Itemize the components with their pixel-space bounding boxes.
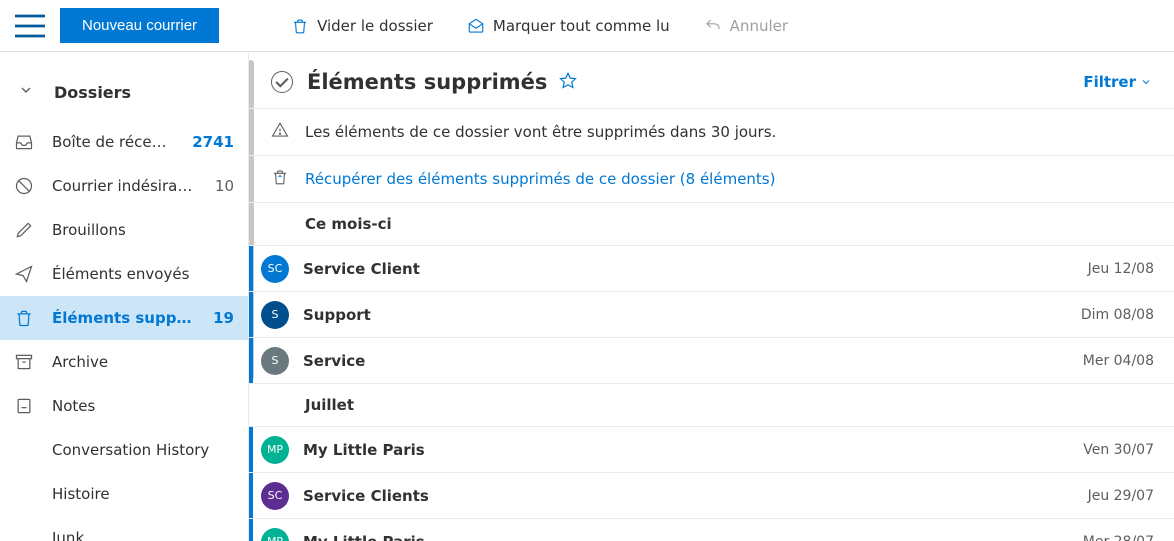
sender-name: My Little Paris xyxy=(303,441,1083,459)
message-date: Mer 04/08 xyxy=(1083,353,1154,369)
folder-item-courrier-ind-sira[interactable]: Courrier indésira… 10 xyxy=(0,164,248,208)
folder-item-notes[interactable]: Notes xyxy=(0,384,248,428)
top-toolbar: Nouveau courrier Vider le dossier Marque… xyxy=(0,0,1174,52)
avatar: SC xyxy=(261,482,289,510)
message-pane: Éléments supprimés Filtrer Les éléments … xyxy=(248,52,1174,541)
folder-item-bo-te-de-r-cep[interactable]: Boîte de récep… 2741 xyxy=(0,120,248,164)
folder-label: Archive xyxy=(52,353,234,371)
undo-button: Annuler xyxy=(692,11,800,41)
unread-indicator xyxy=(249,292,253,337)
avatar: S xyxy=(261,301,289,329)
message-date: Dim 08/08 xyxy=(1081,307,1154,323)
recover-icon xyxy=(271,168,289,190)
note-icon xyxy=(14,396,34,416)
folder-sidebar: Dossiers Boîte de récep… 2741 Courrier ind… xyxy=(0,52,248,541)
folder-label: Conversation History xyxy=(52,441,234,459)
folder-label: Histoire xyxy=(52,485,234,503)
message-row[interactable]: SC Service ClientsJeu 29/07 xyxy=(249,472,1174,518)
favorite-star-icon[interactable] xyxy=(559,71,577,94)
folder-count: 2741 xyxy=(192,133,234,151)
folder-label: Courrier indésira… xyxy=(52,177,197,195)
folder-label: Boîte de récep… xyxy=(52,133,174,151)
folders-header-label: Dossiers xyxy=(54,83,131,102)
unread-indicator xyxy=(249,473,253,518)
message-date: Ven 30/07 xyxy=(1083,442,1154,458)
filter-label: Filtrer xyxy=(1083,73,1136,91)
avatar: SC xyxy=(261,255,289,283)
folder-label: Junk xyxy=(52,529,234,541)
folder-item-archive[interactable]: Archive xyxy=(0,340,248,384)
folder-label: Notes xyxy=(52,397,234,415)
send-icon xyxy=(14,264,34,284)
message-date: Jeu 12/08 xyxy=(1088,261,1154,277)
recover-text: Récupérer des éléments supprimés de ce d… xyxy=(305,170,775,188)
chevron-down-icon xyxy=(18,82,34,102)
message-row[interactable]: S ServiceMer 04/08 xyxy=(249,337,1174,383)
group-header[interactable]: Juillet xyxy=(249,383,1174,426)
empty-folder-label: Vider le dossier xyxy=(317,17,433,35)
sender-name: Service xyxy=(303,352,1083,370)
retention-text: Les éléments de ce dossier vont être sup… xyxy=(305,123,776,141)
warning-icon xyxy=(271,121,289,143)
avatar: MP xyxy=(261,528,289,541)
mail-open-icon xyxy=(467,17,485,35)
mark-all-read-label: Marquer tout comme lu xyxy=(493,17,670,35)
undo-icon xyxy=(704,17,722,35)
sender-name: Service Clients xyxy=(303,487,1088,505)
message-date: Mer 28/07 xyxy=(1083,534,1154,541)
message-row[interactable]: S SupportDim 08/08 xyxy=(249,291,1174,337)
archive-icon xyxy=(14,352,34,372)
folder-item-l-ments-envoy-s[interactable]: Éléments envoyés xyxy=(0,252,248,296)
undo-label: Annuler xyxy=(730,17,788,35)
group-header[interactable]: Ce mois-ci xyxy=(249,202,1174,245)
unread-indicator xyxy=(249,246,253,291)
folder-label: Éléments suppri… xyxy=(52,309,195,327)
sender-name: Service Client xyxy=(303,260,1088,278)
sender-name: My Little Paris xyxy=(303,533,1083,541)
mark-all-read-button[interactable]: Marquer tout comme lu xyxy=(455,11,682,41)
message-row[interactable]: MP My Little ParisVen 30/07 xyxy=(249,426,1174,472)
recover-items-link[interactable]: Récupérer des éléments supprimés de ce d… xyxy=(249,155,1174,202)
folders-toggle[interactable]: Dossiers xyxy=(0,72,248,120)
folder-label: Brouillons xyxy=(52,221,234,239)
folder-item-conversation-history[interactable]: Conversation History xyxy=(0,428,248,472)
folder-label: Éléments envoyés xyxy=(52,265,234,283)
pencil-icon xyxy=(14,220,34,240)
folder-item-junk[interactable]: Junk xyxy=(0,516,248,541)
message-row[interactable]: MP My Little ParisMer 28/07 xyxy=(249,518,1174,541)
trash-icon xyxy=(14,308,34,328)
inbox-icon xyxy=(14,132,34,152)
message-row[interactable]: SC Service ClientJeu 12/08 xyxy=(249,245,1174,291)
folder-item-histoire[interactable]: Histoire xyxy=(0,472,248,516)
folder-count: 10 xyxy=(215,177,234,195)
content-header: Éléments supprimés Filtrer xyxy=(249,52,1174,108)
empty-folder-button[interactable]: Vider le dossier xyxy=(279,11,445,41)
new-mail-button[interactable]: Nouveau courrier xyxy=(60,8,219,43)
folder-count: 19 xyxy=(213,309,234,327)
retention-info: Les éléments de ce dossier vont être sup… xyxy=(249,108,1174,155)
unread-indicator xyxy=(249,427,253,472)
trash-icon xyxy=(291,17,309,35)
hamburger-button[interactable] xyxy=(10,6,50,46)
avatar: MP xyxy=(261,436,289,464)
unread-indicator xyxy=(249,519,253,541)
message-date: Jeu 29/07 xyxy=(1088,488,1154,504)
folder-item-brouillons[interactable]: Brouillons xyxy=(0,208,248,252)
folder-item-l-ments-suppri[interactable]: Éléments suppri… 19 xyxy=(0,296,248,340)
block-icon xyxy=(14,176,34,196)
select-all-toggle[interactable] xyxy=(271,71,293,93)
page-title: Éléments supprimés xyxy=(307,70,547,94)
avatar: S xyxy=(261,347,289,375)
filter-button[interactable]: Filtrer xyxy=(1083,73,1152,91)
sender-name: Support xyxy=(303,306,1081,324)
unread-indicator xyxy=(249,338,253,383)
